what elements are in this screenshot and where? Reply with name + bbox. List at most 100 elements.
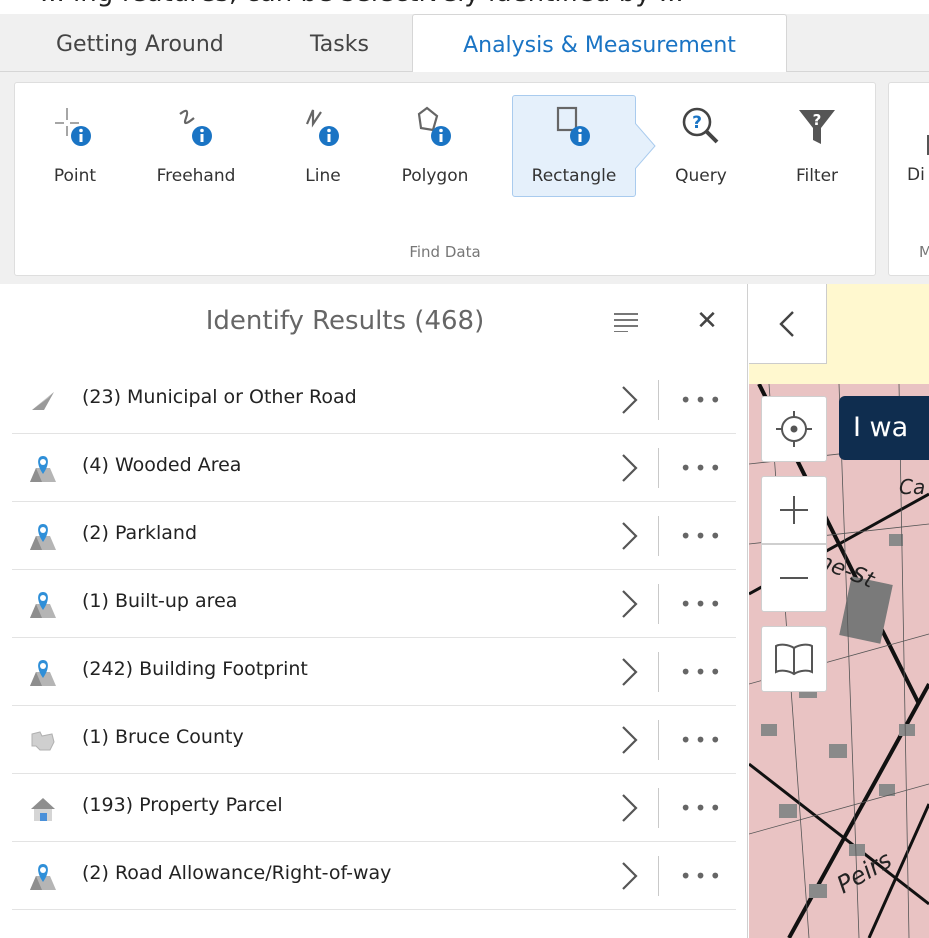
tooltip: I wa [839,396,929,460]
freehand-identify-button[interactable]: Freehand [148,95,244,197]
query-icon: ? [682,107,719,144]
row-divider [658,720,659,760]
polygon-identify-button[interactable]: Polygon [387,95,483,197]
close-icon[interactable]: ✕ [692,306,722,336]
result-row-wooded-area[interactable]: (4) Wooded Area ••• [12,434,736,502]
more-options-button[interactable]: ••• [678,584,726,624]
map-pin-icon [30,456,56,482]
chevron-right-icon[interactable] [620,656,640,688]
result-row-municipal-road[interactable]: (23) Municipal or Other Road ••• [12,366,736,434]
row-divider [658,856,659,896]
ribbon-toolbar: Point Freehand Line Polygon Rectangle ? … [0,72,929,284]
panel-header: Identify Results (468) ✕ [0,284,748,366]
chevron-right-icon[interactable] [620,384,640,416]
polygon-identify-icon [417,106,451,146]
find-data-group: Point Freehand Line Polygon Rectangle ? … [14,82,876,276]
map-view[interactable]: Ca ine-St Peirs I wa [749,284,929,938]
chevron-left-icon [779,311,794,337]
freehand-label: Freehand [156,166,236,186]
result-label: (1) Bruce County [82,726,244,748]
chevron-right-icon[interactable] [620,792,640,824]
map-pin-icon [30,524,56,550]
panel-title: Identify Results (468) [205,306,485,336]
point-identify-button[interactable]: Point [27,95,123,197]
tab-analysis-measurement[interactable]: Analysis & Measurement [412,14,787,73]
filter-label: Filter [795,166,839,186]
plus-icon [780,496,808,524]
partial-group-label: M [919,243,929,261]
row-divider [658,652,659,692]
more-options-button[interactable]: ••• [678,788,726,828]
query-button[interactable]: ? Query [653,95,749,197]
find-data-group-label: Find Data [409,243,481,261]
result-label: (2) Road Allowance/Right-of-way [82,862,392,884]
result-row-property-parcel[interactable]: (193) Property Parcel ••• [12,774,736,842]
chevron-right-icon[interactable] [620,860,640,892]
more-options-button[interactable]: ••• [678,448,726,488]
svg-text:?: ? [813,111,822,129]
bookmarks-button[interactable] [761,626,827,692]
zoom-in-button[interactable] [761,476,827,544]
result-row-bruce-county[interactable]: (1) Bruce County ••• [12,706,736,774]
polygon-label: Polygon [401,166,469,186]
map-pin-icon [30,660,56,686]
line-label: Line [305,166,341,186]
clipped-instruction-text: ... ing features, can be selectively ide… [0,0,929,14]
svg-text:?: ? [692,113,702,133]
chevron-right-icon[interactable] [620,588,640,620]
chevron-right-icon[interactable] [620,452,640,484]
query-label: Query [675,166,727,186]
chevron-right-icon[interactable] [620,724,640,756]
partial-tool-label[interactable]: Di [907,165,925,185]
zoom-out-button[interactable] [761,544,827,612]
result-row-road-allowance[interactable]: (2) Road Allowance/Right-of-way ••• [12,842,736,910]
row-divider [658,380,659,420]
result-label: (193) Property Parcel [82,794,283,816]
row-divider [658,448,659,488]
more-options-button[interactable]: ••• [678,720,726,760]
house-icon [31,798,55,821]
result-row-built-up-area[interactable]: (1) Built-up area ••• [12,570,736,638]
result-label: (1) Built-up area [82,590,238,612]
filter-icon: ? [799,110,835,144]
result-row-parkland[interactable]: (2) Parkland ••• [12,502,736,570]
rectangle-label: Rectangle [531,166,617,186]
more-options-button[interactable]: ••• [678,652,726,692]
more-options-button[interactable]: ••• [678,380,726,420]
result-label: (242) Building Footprint [82,658,308,680]
minus-icon [780,577,808,579]
rectangle-identify-button[interactable]: Rectangle [512,95,636,197]
tab-tasks[interactable]: Tasks [310,14,369,72]
list-menu-icon[interactable] [614,312,638,332]
row-divider [658,584,659,624]
locate-button[interactable] [761,396,827,462]
filter-button[interactable]: ? Filter [769,95,865,197]
map-pin-icon [30,592,56,618]
line-identify-button[interactable]: Line [275,95,371,197]
instruction-text: ... ing features, can be selectively ide… [40,0,684,8]
road-icon [32,392,54,410]
more-options-button[interactable]: ••• [678,516,726,556]
measurement-group-fragment: Di M [888,82,929,276]
locate-icon [776,411,812,447]
result-label: (4) Wooded Area [82,454,242,476]
chevron-right-icon[interactable] [620,520,640,552]
line-identify-icon [305,109,339,146]
result-label: (23) Municipal or Other Road [82,386,357,408]
partial-tool-icon [927,135,929,155]
collapse-panel-button[interactable] [749,284,827,364]
more-options-button[interactable]: ••• [678,856,726,896]
ribbon-tab-bar: Getting Around Tasks Analysis & Measurem… [0,14,929,73]
street-label-fragment: Ca [899,475,925,499]
row-divider [658,788,659,828]
results-list: (23) Municipal or Other Road ••• (4) Woo… [12,366,736,910]
county-icon [31,731,55,751]
row-divider [658,516,659,556]
freehand-identify-icon [179,109,212,146]
result-row-building-footprint[interactable]: (242) Building Footprint ••• [12,638,736,706]
result-label: (2) Parkland [82,522,198,544]
book-icon [775,643,813,676]
rectangle-identify-icon [556,106,590,146]
tab-getting-around[interactable]: Getting Around [56,14,224,72]
point-identify-icon [55,108,91,146]
